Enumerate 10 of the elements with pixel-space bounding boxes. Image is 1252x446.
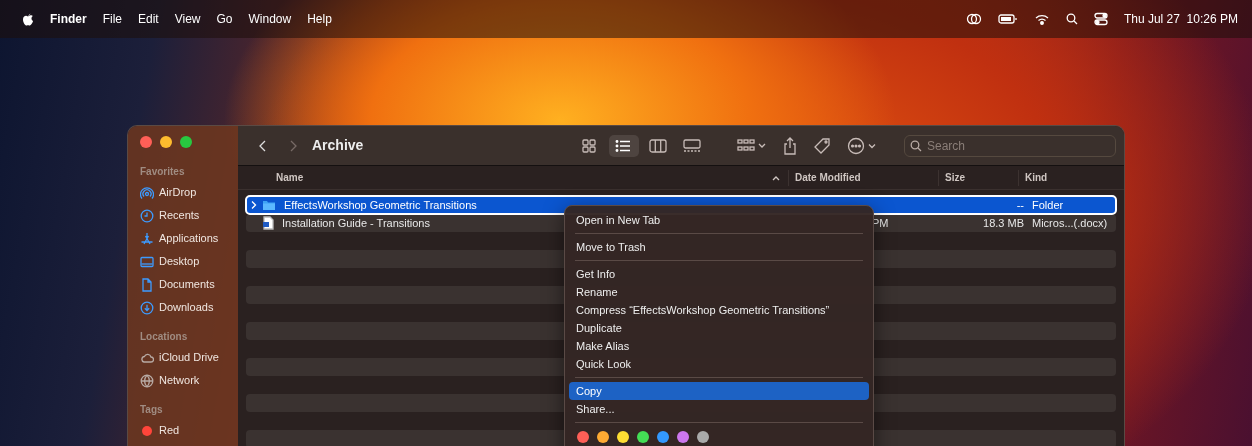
file-size: -- [1016,198,1024,211]
sidebar-heading: Favorites [140,165,186,179]
file-size: 18.3 MB [983,216,1024,229]
sidebar-heading: Locations [140,330,189,344]
file-kind: Micros...(.docx) [1032,216,1108,229]
window-title: Archive [312,136,364,155]
file-name: Installation Guide - Transitions [282,215,430,231]
file-name: EffectsWorkshop Geometric Transitions [284,197,477,213]
sidebar-heading: Tags [140,403,164,417]
file-kind: Folder [1032,198,1064,211]
